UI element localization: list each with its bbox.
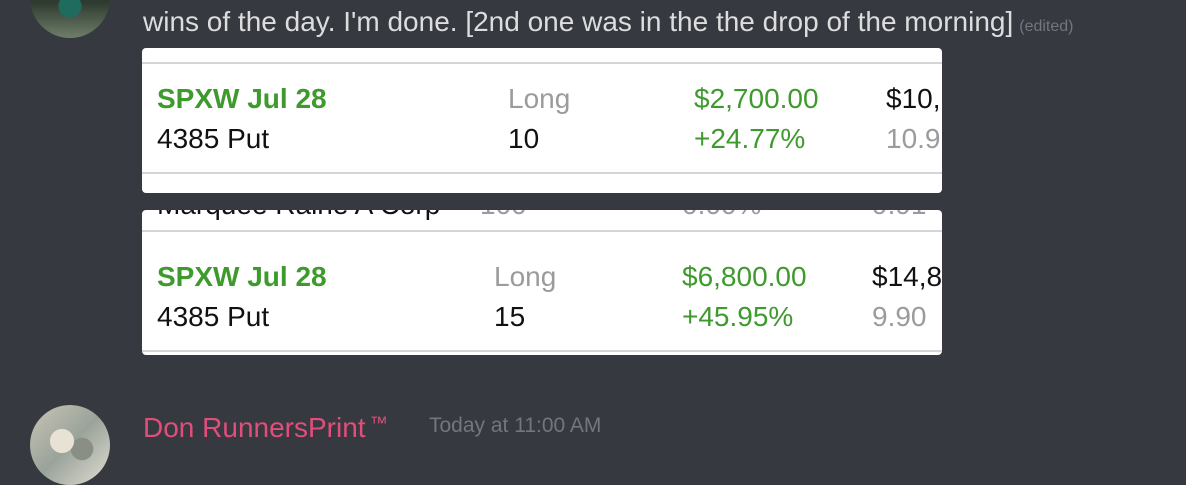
partial-row-pct: 0.00% bbox=[682, 210, 761, 222]
author-badge: ™ bbox=[369, 413, 388, 433]
position-quantity: 10 bbox=[508, 123, 540, 154]
partial-row-val: 9.91 bbox=[872, 210, 927, 222]
position-price: 10.9 bbox=[886, 123, 941, 154]
user-avatar[interactable] bbox=[30, 0, 110, 38]
position-value: $2,700.00 bbox=[694, 83, 819, 114]
message-text: wins of the day. I'm done. [2nd one was … bbox=[143, 4, 1074, 45]
position-cost: $14,8 bbox=[872, 261, 942, 292]
image-attachment-1[interactable]: SPXW Jul 28 4385 Put Long 10 $2,700.00 +… bbox=[142, 48, 942, 193]
message-timestamp: Today at 11:00 AM bbox=[429, 414, 602, 437]
position-change: +45.95% bbox=[682, 301, 794, 332]
option-symbol: SPXW Jul 28 bbox=[157, 83, 327, 114]
author-name[interactable]: Don RunnersPrint bbox=[143, 412, 366, 443]
partial-row-qty: 100 bbox=[480, 210, 527, 222]
option-symbol: SPXW Jul 28 bbox=[157, 261, 327, 292]
position-side: Long bbox=[494, 261, 557, 292]
option-contract: 4385 Put bbox=[157, 123, 270, 154]
position-value: $6,800.00 bbox=[682, 261, 807, 292]
partial-row-name: Marquee Raine A Corp bbox=[157, 210, 440, 222]
message-body: wins of the day. I'm done. [2nd one was … bbox=[143, 6, 1014, 37]
image-attachment-2[interactable]: Marquee Raine A Corp 100 0.00% 9.91 SPXW… bbox=[142, 210, 942, 355]
divider bbox=[142, 230, 942, 232]
option-contract: 4385 Put bbox=[157, 301, 270, 332]
position-cost: $10, bbox=[886, 83, 941, 114]
divider bbox=[142, 62, 942, 64]
divider bbox=[142, 350, 942, 352]
edited-label: (edited) bbox=[1019, 18, 1074, 35]
position-change: +24.77% bbox=[694, 123, 806, 154]
position-quantity: 15 bbox=[494, 301, 526, 332]
position-price: 9.90 bbox=[872, 301, 927, 332]
position-side: Long bbox=[508, 83, 571, 114]
divider bbox=[142, 172, 942, 174]
user-avatar[interactable] bbox=[30, 405, 110, 485]
